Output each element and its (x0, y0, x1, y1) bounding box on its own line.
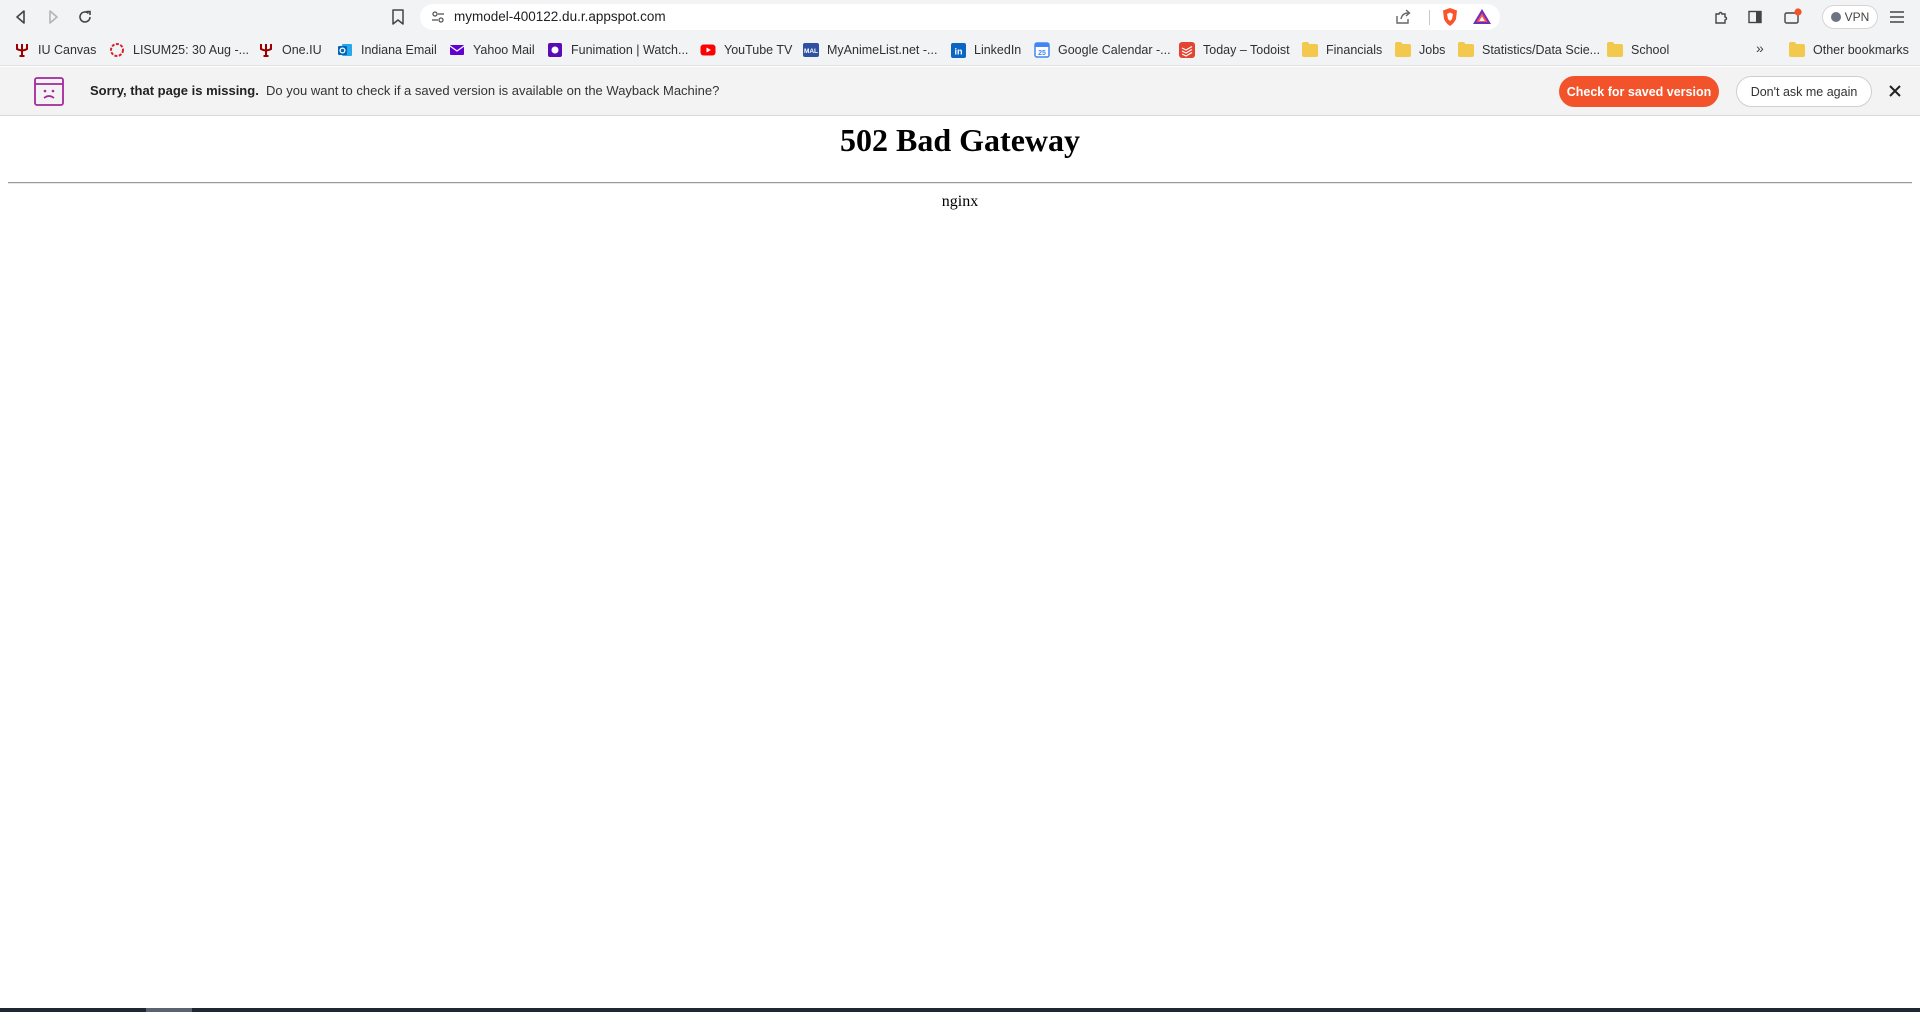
linkedin-icon: in (950, 42, 966, 58)
bookmark-icon (392, 9, 404, 25)
bookmark-folder-school[interactable]: School (1607, 40, 1669, 60)
dont-ask-again-button[interactable]: Don't ask me again (1736, 76, 1872, 107)
main-menu-button[interactable] (1884, 4, 1910, 30)
sidebar-button[interactable] (1742, 4, 1768, 30)
vpn-label: VPN (1844, 10, 1870, 24)
page-title: 502 Bad Gateway (840, 122, 1080, 158)
more-bookmarks-button[interactable]: » (1756, 40, 1764, 56)
other-bookmarks-folder[interactable]: Other bookmarks (1789, 40, 1909, 60)
funimation-icon (547, 42, 563, 58)
infobar-body: Do you want to check if a saved version … (266, 83, 720, 98)
url-text[interactable]: mymodel-400122.du.r.appspot.com (454, 9, 666, 24)
bookmark-myanimelist[interactable]: MAL MyAnimeList.net -... (803, 40, 937, 60)
todoist-icon (1179, 42, 1195, 58)
divider (8, 182, 1912, 184)
iu-trident-icon (258, 42, 274, 58)
bookmark-lisum25[interactable]: LISUM25: 30 Aug -... (109, 40, 249, 60)
vpn-status-icon (1830, 12, 1841, 22)
reload-icon (79, 10, 91, 23)
extensions-button[interactable] (1708, 4, 1734, 30)
site-settings-icon[interactable] (430, 9, 446, 25)
browser-toolbar: mymodel-400122.du.r.appspot.com VPN (0, 0, 1920, 34)
bookmark-page-button[interactable] (385, 4, 411, 30)
share-icon[interactable] (1394, 8, 1412, 26)
taskbar-strip (0, 1008, 1920, 1012)
server-name: nginx (941, 193, 979, 210)
bookmark-funimation[interactable]: Funimation | Watch... (547, 40, 688, 60)
yahoo-mail-icon (449, 42, 465, 58)
wallet-button[interactable] (1780, 4, 1806, 30)
svg-text:MAL: MAL (804, 48, 818, 55)
wallet-icon (1784, 8, 1802, 24)
close-icon[interactable] (1886, 82, 1904, 100)
brave-rewards-icon[interactable] (1472, 7, 1492, 27)
calendar-icon: 25 (1034, 42, 1050, 58)
bookmark-youtube-tv[interactable]: YouTube TV (700, 40, 792, 60)
bookmark-folder-statistics[interactable]: Statistics/Data Scie... (1458, 40, 1600, 60)
puzzle-icon (1715, 11, 1728, 24)
back-button[interactable] (8, 4, 34, 30)
folder-icon (1607, 41, 1623, 58)
mal-icon: MAL (803, 42, 819, 58)
bookmark-todoist[interactable]: Today – Todoist (1179, 40, 1290, 60)
vpn-button[interactable]: VPN (1822, 5, 1878, 29)
back-arrow-icon (16, 10, 25, 24)
svg-text:25: 25 (1038, 50, 1046, 57)
bookmark-google-calendar[interactable]: 25 Google Calendar -... (1034, 40, 1171, 60)
folder-icon (1395, 41, 1411, 58)
bookmark-linkedin[interactable]: in LinkedIn (950, 40, 1021, 60)
wayback-infobar: Sorry, that page is missing. Do you want… (0, 67, 1920, 116)
folder-icon (1789, 41, 1805, 58)
forward-arrow-icon (49, 10, 58, 24)
check-saved-version-button[interactable]: Check for saved version (1559, 76, 1719, 107)
omnibox-divider (1429, 10, 1430, 25)
folder-icon (1302, 41, 1318, 58)
hamburger-menu-icon (1890, 11, 1904, 23)
folder-icon (1458, 41, 1474, 58)
infobar-title: Sorry, that page is missing. (90, 83, 259, 98)
bookmark-indiana-email[interactable]: Indiana Email (337, 40, 437, 60)
reload-button[interactable] (72, 4, 98, 30)
sidebar-icon (1748, 10, 1762, 24)
bookmark-one-iu[interactable]: One.IU (258, 40, 322, 60)
forward-button[interactable] (40, 4, 66, 30)
infobar-message: Sorry, that page is missing. Do you want… (90, 83, 719, 98)
outlook-icon (337, 42, 353, 58)
lisum-ring-icon (109, 42, 125, 58)
brave-shields-icon[interactable] (1440, 7, 1460, 27)
svg-text:in: in (954, 46, 962, 56)
bookmark-folder-financials[interactable]: Financials (1302, 40, 1382, 60)
youtube-icon (700, 42, 716, 58)
bookmark-folder-jobs[interactable]: Jobs (1395, 40, 1445, 60)
bookmark-iu-canvas[interactable]: IU Canvas (14, 40, 96, 60)
sad-page-icon (34, 77, 64, 106)
bookmark-yahoo-mail[interactable]: Yahoo Mail (449, 40, 535, 60)
iu-trident-icon (14, 42, 30, 58)
bookmarks-bar: IU Canvas LISUM25: 30 Aug -... One.IU In… (0, 34, 1920, 66)
address-bar[interactable]: mymodel-400122.du.r.appspot.com (420, 4, 1500, 30)
